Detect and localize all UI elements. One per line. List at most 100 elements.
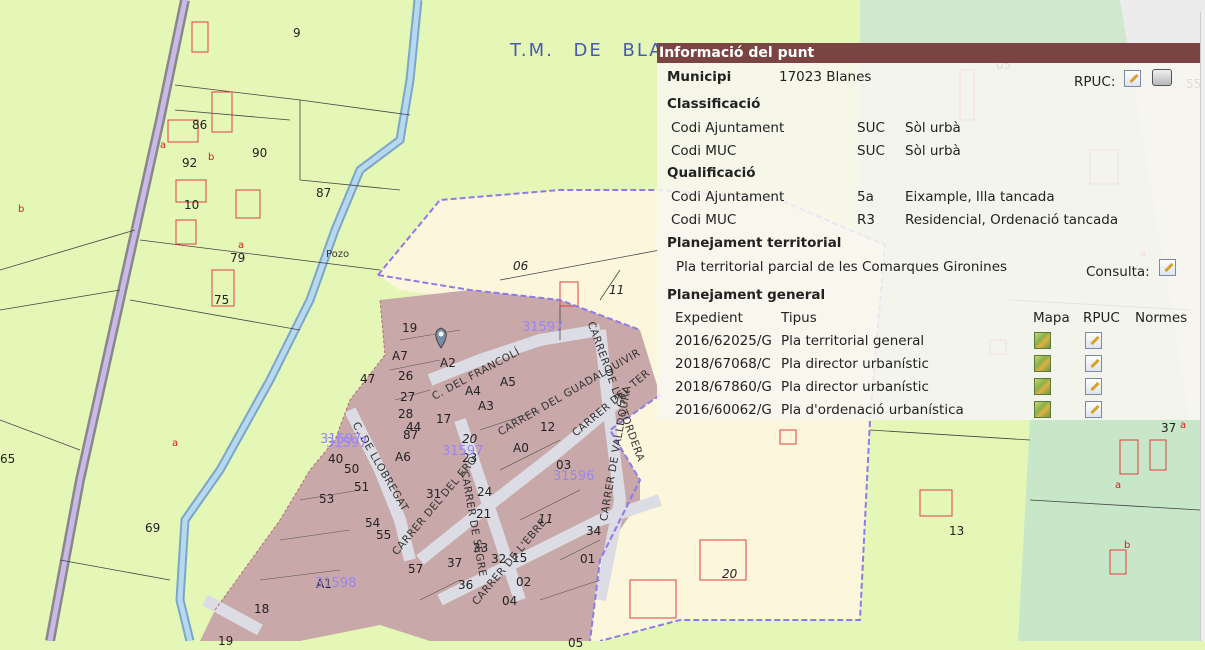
consulta-edit-icon[interactable] [1159,259,1176,276]
qualif-row-2-desc: Residencial, Ordenació tancada [905,212,1119,228]
rpuc-label: RPUC: [1074,74,1116,90]
general-row-4-exp: 2016/60062/G [675,402,772,418]
parcel-number: 13 [949,524,965,538]
parcel-sublabel: b [208,152,215,163]
parcel-number: A4 [465,384,481,398]
parcel-number: 55 [376,528,392,542]
classif-row-2-label: Codi MUC [671,143,737,159]
territorial-heading: Planejament territorial [667,235,842,251]
parcel-number: A6 [395,450,411,464]
qualif-row-2-code: R3 [857,212,875,228]
parcel-number: 34 [586,524,602,538]
parcel-number: 01 [580,552,596,566]
parcel-number: 12 [540,420,556,434]
municipi-value: 17023 Blanes [779,69,872,85]
point-info-panel: Informació del punt Municipi 17023 Blane… [657,43,1202,420]
parcel-number: 18 [254,602,270,616]
parcel-number: 53 [319,492,335,506]
parcel-sublabel: b [18,204,25,215]
parcel-number: 19 [402,321,418,335]
general-row-2-exp: 2018/67068/C [675,356,771,372]
rpuc-edit-icon[interactable] [1085,355,1102,372]
map-view-icon[interactable] [1034,378,1051,395]
parcel-number: A5 [500,375,516,389]
parcel-number: 37 [447,556,463,570]
qualif-row-1-label: Codi Ajuntament [671,189,785,205]
parcel-number: 51 [354,480,370,494]
zone-code: 31597 [442,444,484,459]
parcel-sublabel: a [1115,480,1122,491]
parcel-number: 92 [182,156,198,170]
col-rpuc: RPUC [1083,310,1120,326]
parcel-sublabel: b [1124,540,1131,551]
general-heading: Planejament general [667,287,826,303]
parcel-number: 06 [513,259,529,273]
rpuc-edit-icon[interactable] [1085,378,1102,395]
qualif-row-1-desc: Eixample, Illa tancada [905,189,1055,205]
col-normes: Normes [1135,310,1188,326]
parcel-sublabel: Pozo [326,249,350,260]
parcel-number: A3 [478,399,494,413]
parcel-number: 05 [568,636,584,650]
map-view-icon[interactable] [1034,332,1051,349]
parcel-number: 24 [477,485,493,499]
map-view-icon[interactable] [1034,401,1051,418]
parcel-number: A2 [440,356,456,370]
parcel-sublabel: a [160,140,167,151]
parcel-number: 65 [0,452,16,466]
zone-code: 31596 [553,469,595,484]
parcel-number: 10 [184,198,200,212]
rpuc-edit-icon[interactable] [1085,332,1102,349]
general-row-2-tipus: Pla director urbanístic [781,356,929,372]
parcel-number: 27 [400,390,416,404]
parcel-sublabel: a [238,240,245,251]
zone-code: 31597 [522,320,564,335]
parcel-number: 04 [502,594,518,608]
qualif-row-1-code: 5a [857,189,874,205]
parcel-number: 20 [722,567,738,581]
parcel-number: 36 [458,578,474,592]
parcel-number: 87 [316,186,332,200]
parcel-number: 86 [192,118,208,132]
parcel-number: 28 [398,407,414,421]
parcel-number: 19 [218,634,234,648]
panel-title: Informació del punt [657,43,1202,63]
parcel-number: 37 [1161,421,1177,435]
classif-row-1-label: Codi Ajuntament [671,120,785,136]
parcel-number: 69 [145,521,161,535]
col-tipus: Tipus [781,310,817,326]
map-view-icon[interactable] [1034,355,1051,372]
consulta-label: Consulta: [1086,264,1150,280]
parcel-number: 79 [230,251,246,265]
parcel-number: A0 [513,441,529,455]
parcel-number: 11 [609,283,625,297]
classif-row-1-code: SUC [857,120,885,136]
zone-code: 31597 [320,432,362,447]
parcel-number: A7 [392,349,408,363]
vertical-scrollbar[interactable] [1200,12,1205,641]
parcel-sublabel: a [172,438,179,449]
col-expedient: Expedient [675,310,743,326]
classif-row-1-desc: Sòl urbà [905,120,961,136]
rpuc-edit-icon[interactable] [1085,401,1102,418]
classif-row-2-desc: Sòl urbà [905,143,961,159]
general-row-4-tipus: Pla d'ordenació urbanística [781,402,964,418]
zone-code: 31598 [315,576,357,591]
qualif-row-2-label: Codi MUC [671,212,737,228]
general-row-1-tipus: Pla territorial general [781,333,925,349]
parcel-number: 26 [398,369,414,383]
general-row-1-exp: 2016/62025/G [675,333,772,349]
parcel-number: 02 [516,575,532,589]
parcel-number: 90 [252,146,268,160]
parcel-number: 9 [293,26,301,40]
classificacio-heading: Classificació [667,96,761,112]
parcel-number: 87 [403,428,419,442]
qualificacio-heading: Qualificació [667,165,756,181]
parcel-number: 40 [328,452,344,466]
parcel-number: 17 [436,412,452,426]
print-icon[interactable] [1152,69,1172,86]
parcel-sublabel: a [1180,420,1187,431]
territorial-text: Pla territorial parcial de les Comarques… [676,259,1008,275]
parcel-number: 57 [408,562,424,576]
rpuc-edit-icon[interactable] [1124,70,1141,87]
